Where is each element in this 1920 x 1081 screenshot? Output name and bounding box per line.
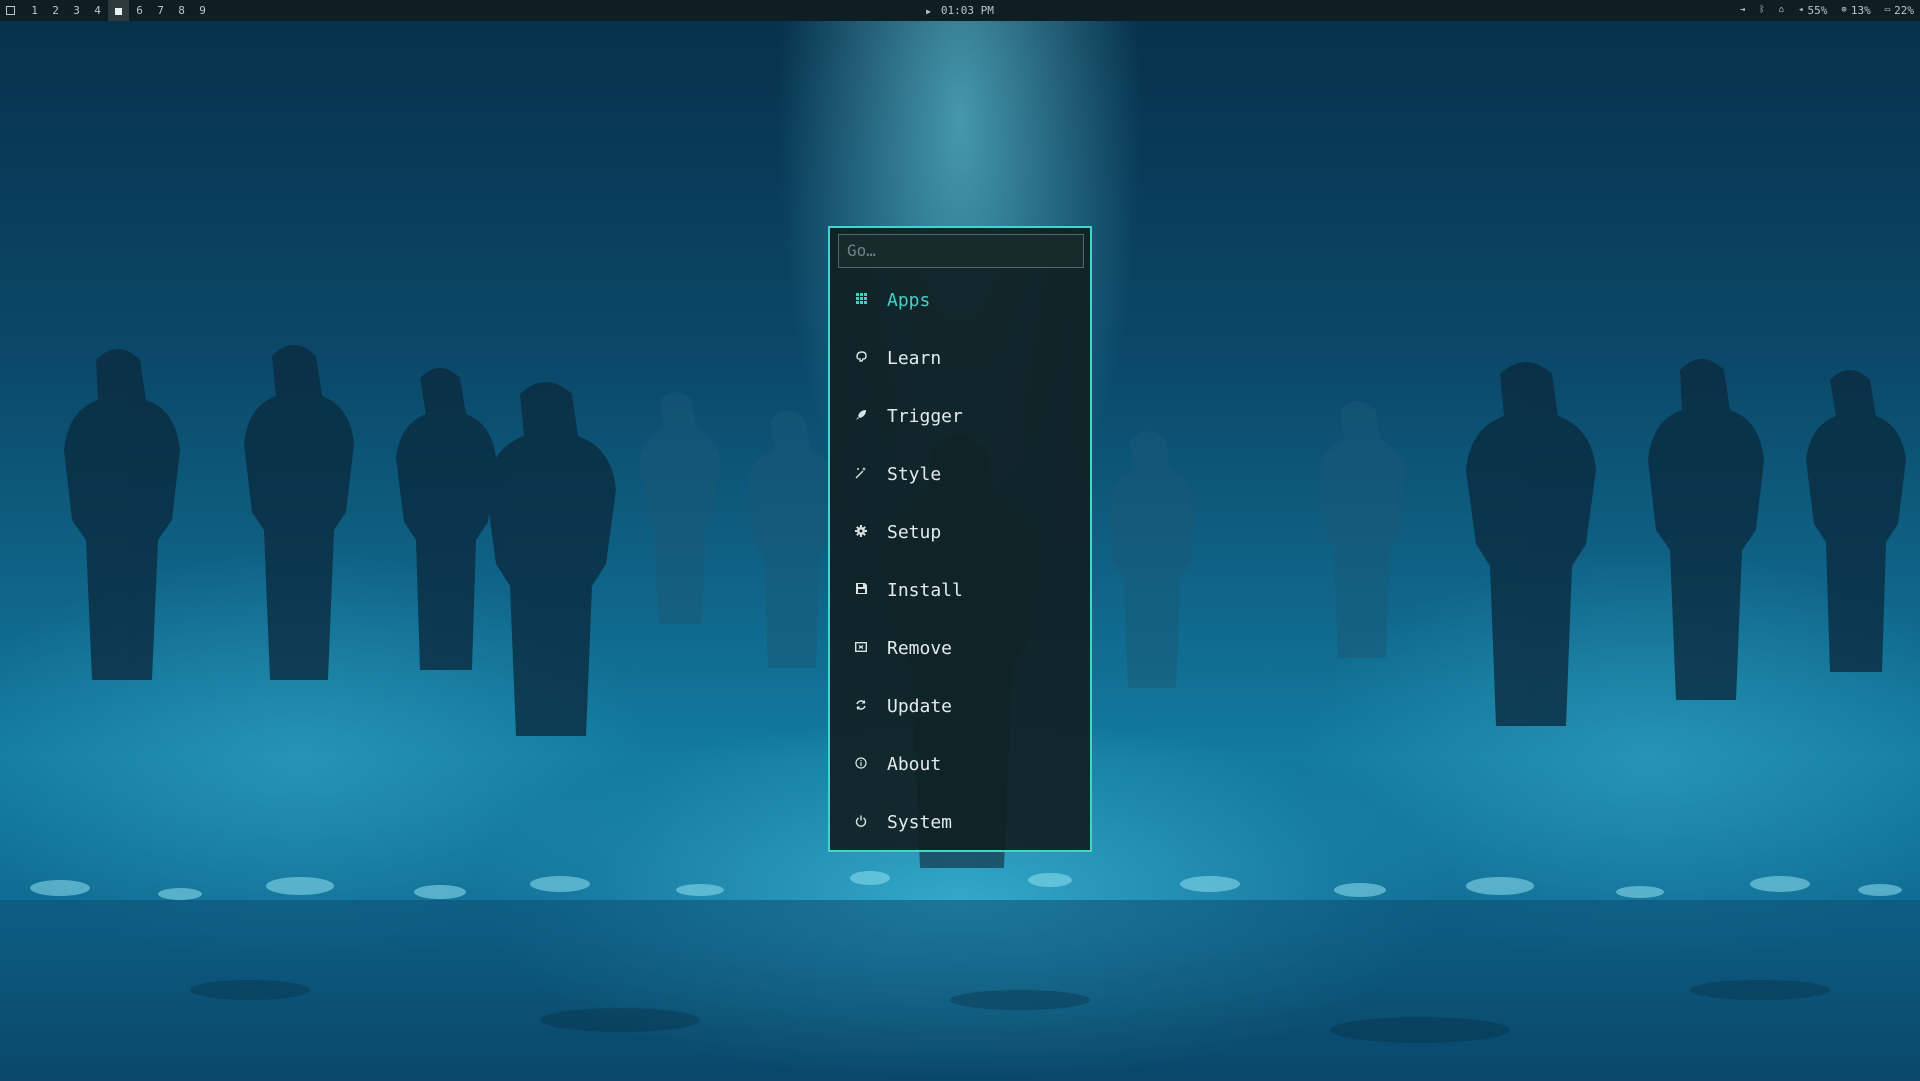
clock-area[interactable]: ▶ 01:03 PM: [0, 0, 1920, 21]
menu-item-update[interactable]: Update: [830, 677, 1090, 735]
magic-wand-icon: [850, 467, 872, 482]
network-icon: ⌂: [1778, 5, 1785, 15]
battery-level: 22%: [1894, 4, 1914, 17]
menu-item-about[interactable]: About: [830, 735, 1090, 793]
menu-item-label: Trigger: [887, 405, 963, 427]
menu-item-install[interactable]: Install: [830, 561, 1090, 619]
tray-volume[interactable]: ◂ 55%: [1798, 0, 1827, 21]
floppy-disk-icon: [850, 583, 872, 597]
launcher-menu-list: Apps Learn Trigger Style Setup Install R…: [830, 271, 1090, 851]
menu-item-label: About: [887, 753, 942, 775]
menu-item-label: Learn: [887, 347, 942, 369]
play-icon[interactable]: ▶: [926, 7, 931, 16]
signout-icon: ⇥: [1739, 5, 1746, 15]
volume-icon: ◂: [1798, 5, 1804, 15]
gear-icon: [850, 524, 872, 540]
cpu-usage: 13%: [1850, 4, 1871, 17]
system-tray: ⇥ ᛒ ⌂ ◂ 55% ⊕ 13% ▭ 22%: [1740, 0, 1914, 21]
bluetooth-icon: ᛒ: [1759, 5, 1765, 15]
menu-item-trigger[interactable]: Trigger: [830, 387, 1090, 445]
search-input[interactable]: Go…: [838, 234, 1084, 268]
tray-cpu[interactable]: ⊕ 13%: [1841, 0, 1870, 21]
menu-item-setup[interactable]: Setup: [830, 503, 1090, 561]
battery-icon: ▭: [1884, 5, 1891, 15]
menu-item-label: Style: [887, 463, 942, 485]
menu-item-label: Setup: [887, 521, 942, 543]
cpu-icon: ⊕: [1841, 5, 1847, 15]
tray-battery[interactable]: ▭ 22%: [1885, 0, 1914, 21]
remove-box-icon: [850, 641, 872, 655]
launcher-menu: Go… Apps Learn Trigger Style Setup Insta…: [828, 226, 1092, 852]
menu-item-label: Install: [887, 579, 963, 601]
tray-network[interactable]: ⌂: [1779, 0, 1784, 21]
grid-icon: [850, 293, 872, 307]
menu-item-label: Update: [887, 695, 953, 717]
clock-time: 01:03 PM: [940, 4, 994, 17]
menu-item-apps[interactable]: Apps: [830, 271, 1090, 329]
menu-item-style[interactable]: Style: [830, 445, 1090, 503]
menu-item-label: System: [887, 811, 953, 833]
refresh-icon: [850, 699, 872, 714]
brain-icon: [850, 351, 872, 365]
menu-item-label: Remove: [887, 637, 953, 659]
menu-item-label: Apps: [887, 289, 931, 311]
menu-item-system[interactable]: System: [830, 793, 1090, 851]
menu-item-learn[interactable]: Learn: [830, 329, 1090, 387]
info-icon: [850, 756, 872, 772]
tray-signout[interactable]: ⇥: [1740, 0, 1745, 21]
tray-bluetooth[interactable]: ᛒ: [1759, 0, 1764, 21]
power-icon: [850, 815, 872, 830]
volume-level: 55%: [1807, 4, 1828, 17]
top-bar: 1 2 3 4 6 7 8 9 ▶ 01:03 PM ⇥ ᛒ ⌂ ◂ 55% ⊕ 13…: [0, 0, 1920, 21]
rocket-icon: [850, 409, 872, 424]
menu-item-remove[interactable]: Remove: [830, 619, 1090, 677]
